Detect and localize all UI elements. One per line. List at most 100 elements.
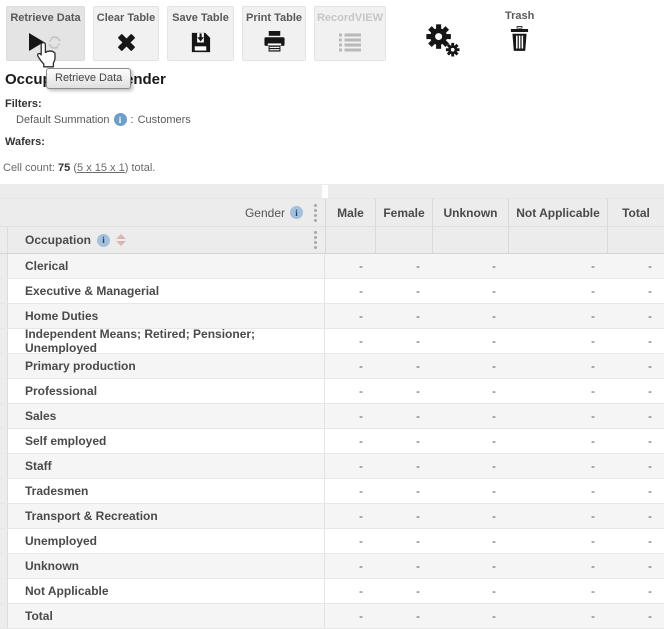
filter-item: Default Summation i : Customers — [16, 113, 664, 126]
table-row: Home Duties - - - - - — [0, 304, 664, 329]
filter-name: Default Summation — [16, 114, 110, 126]
pane-gap — [322, 185, 328, 198]
table-row: Tradesmen - - - - - — [0, 479, 664, 504]
table-cell: - — [508, 579, 607, 603]
save-table-button[interactable]: Save Table — [167, 6, 234, 61]
table-cell: - — [607, 504, 664, 528]
table-cell: - — [508, 404, 607, 428]
row-label: Sales — [8, 404, 325, 428]
table-row: Transport & Recreation - - - - - — [0, 504, 664, 529]
table-cell: - — [432, 579, 508, 603]
info-icon[interactable]: i — [290, 206, 303, 219]
row-label: Self employed — [8, 429, 325, 453]
row-gutter — [0, 379, 8, 403]
row-gutter — [0, 579, 8, 603]
tooltip-text: Retrieve Data — [55, 72, 122, 84]
table-row: Clerical - - - - - — [0, 254, 664, 279]
table-cell: - — [508, 354, 607, 378]
table-cell: - — [607, 379, 664, 403]
trash-dropzone[interactable]: Trash — [505, 10, 534, 52]
table-cell: - — [607, 604, 664, 628]
table-cell: - — [375, 454, 432, 478]
cell-count-suffix: total. — [131, 162, 155, 174]
drag-handle-icon[interactable] — [314, 204, 317, 222]
cell-count-link[interactable]: 5 x 15 x 1 — [77, 162, 125, 174]
table-cell: - — [325, 479, 375, 503]
row-gutter — [0, 227, 8, 253]
row-gutter — [0, 429, 8, 453]
clear-table-button[interactable]: Clear Table — [93, 6, 159, 61]
table-row: Unknown - - - - - — [0, 554, 664, 579]
row-gutter — [0, 554, 8, 578]
hand-cursor-icon — [36, 41, 58, 74]
table-cell: - — [508, 529, 607, 553]
row-label: Unknown — [8, 554, 325, 578]
crosstab-table: Gender i Male Female Unknown Not Applica… — [0, 184, 664, 629]
table-cell: - — [325, 554, 375, 578]
table-row: Primary production - - - - - — [0, 354, 664, 379]
table-cell: - — [375, 354, 432, 378]
table-cell: - — [432, 504, 508, 528]
row-label: Not Applicable — [8, 579, 325, 603]
row-dimension-label: Occupation — [25, 233, 91, 247]
info-icon[interactable]: i — [97, 234, 110, 247]
table-cell: - — [375, 429, 432, 453]
row-label: Professional — [8, 379, 325, 403]
table-cell: - — [508, 429, 607, 453]
table-cell: - — [607, 429, 664, 453]
table-cell: - — [508, 504, 607, 528]
toolbar: Retrieve Data Clear Table — [0, 0, 664, 60]
trash-label: Trash — [505, 10, 534, 22]
table-cell: - — [375, 554, 432, 578]
row-label: Total — [8, 604, 325, 628]
column-header-total: Total — [607, 199, 664, 226]
table-cell: - — [325, 404, 375, 428]
table-cell: - — [432, 304, 508, 328]
filter-separator: : — [131, 114, 134, 126]
row-gutter — [0, 454, 8, 478]
recordview-button: RecordVIEW — [314, 6, 386, 61]
table-cell: - — [432, 479, 508, 503]
row-label: Executive & Managerial — [8, 279, 325, 303]
row-label: Transport & Recreation — [8, 504, 325, 528]
recordview-label: RecordVIEW — [317, 12, 383, 24]
cell-count-line: Cell count: 75 (5 x 15 x 1) total. — [3, 162, 664, 174]
table-cell: - — [375, 254, 432, 278]
drag-handle-icon[interactable] — [314, 231, 317, 249]
table-cell: - — [325, 454, 375, 478]
row-gutter — [0, 354, 8, 378]
table-cell: - — [325, 279, 375, 303]
column-header-male: Male — [325, 199, 375, 226]
table-cell: - — [375, 404, 432, 428]
column-header-unknown: Unknown — [432, 199, 508, 226]
row-gutter — [0, 504, 8, 528]
row-label: Clerical — [8, 254, 325, 278]
clear-table-label: Clear Table — [97, 12, 156, 24]
table-cell: - — [325, 354, 375, 378]
row-gutter — [0, 279, 8, 303]
table-cell: - — [432, 604, 508, 628]
sort-icon[interactable] — [116, 234, 126, 246]
table-cell: - — [508, 454, 607, 478]
info-icon[interactable]: i — [114, 113, 127, 126]
table-cell: - — [508, 329, 607, 353]
wafers-heading: Wafers: — [5, 136, 45, 148]
table-cell: - — [432, 254, 508, 278]
table-cell: - — [508, 304, 607, 328]
table-cell: - — [375, 604, 432, 628]
row-label: Primary production — [8, 354, 325, 378]
table-cell: - — [325, 429, 375, 453]
column-header-female: Female — [375, 199, 432, 226]
print-table-button[interactable]: Print Table — [242, 6, 306, 61]
row-gutter — [0, 254, 8, 278]
row-label: Tradesmen — [8, 479, 325, 503]
settings-gears-icon[interactable] — [424, 22, 461, 62]
table-cell: - — [325, 529, 375, 553]
table-cell: - — [325, 379, 375, 403]
print-icon — [263, 31, 286, 53]
row-gutter — [0, 329, 8, 353]
table-cell: - — [607, 479, 664, 503]
table-cell: - — [607, 454, 664, 478]
table-row: Not Applicable - - - - - — [0, 579, 664, 604]
column-dimension-row: Gender i Male Female Unknown Not Applica… — [0, 198, 664, 226]
